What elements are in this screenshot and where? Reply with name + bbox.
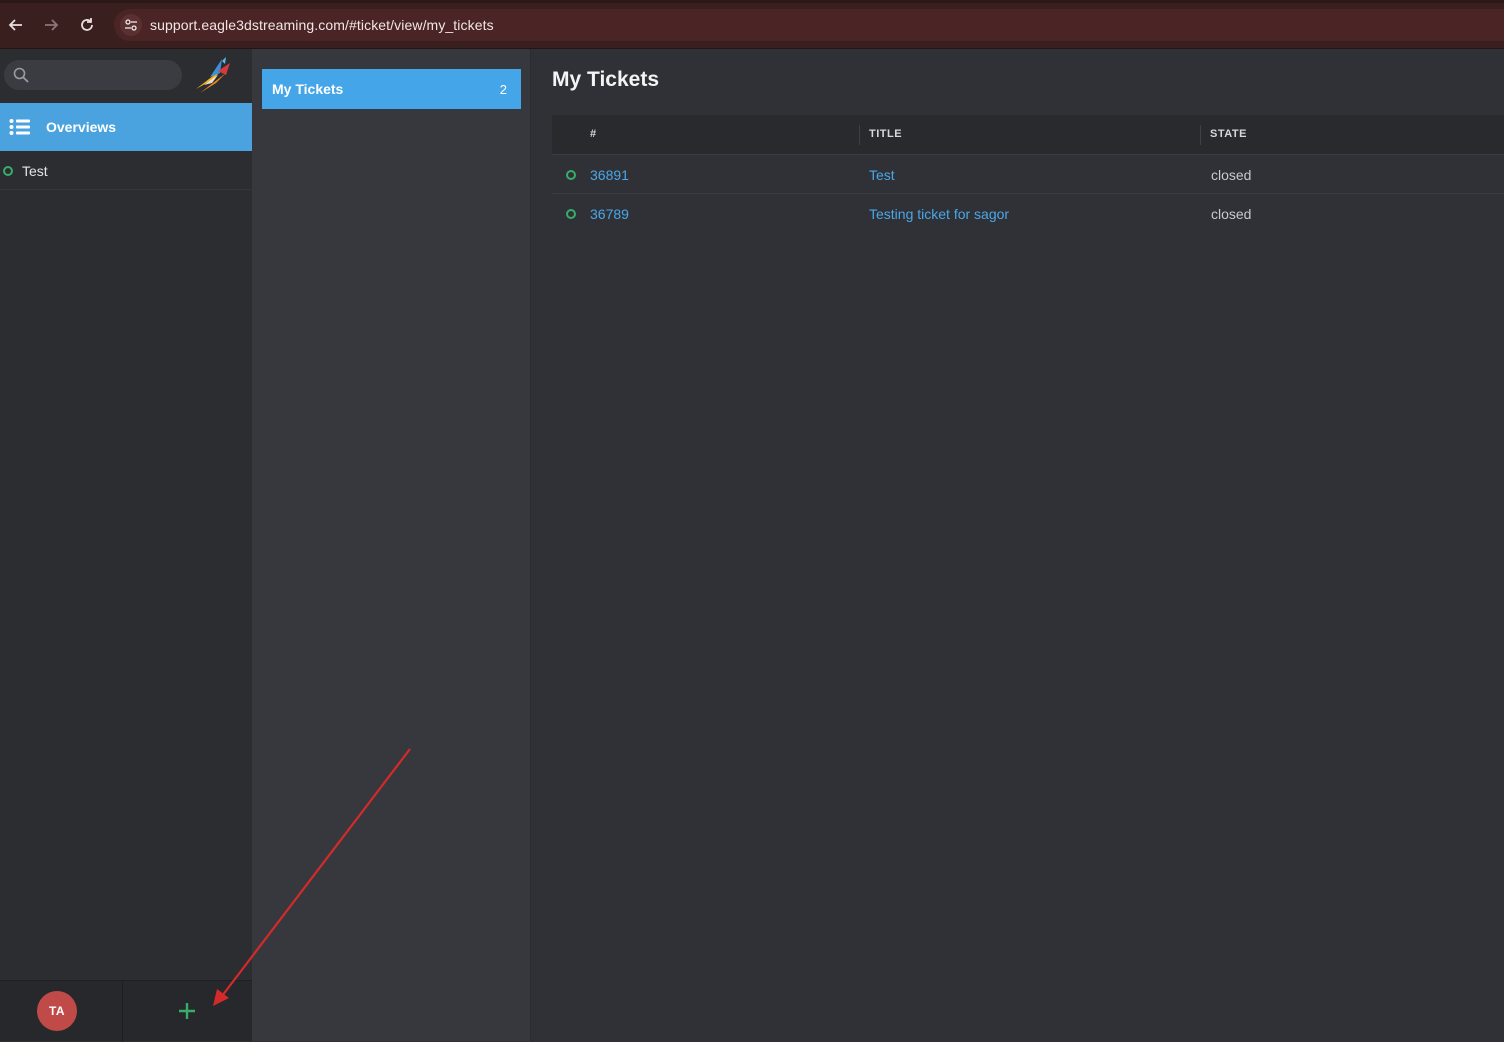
overview-item-label: My Tickets (272, 81, 344, 97)
reload-button[interactable] (74, 12, 100, 38)
browser-toolbar: support.eagle3dstreaming.com/#ticket/vie… (0, 0, 1504, 49)
plus-icon (179, 1003, 195, 1019)
tab-strip (0, 0, 1504, 3)
tickets-table: # TITLE STATE 36891 Test closed 36789 Te… (552, 115, 1504, 233)
search-input[interactable] (36, 64, 176, 86)
app-logo[interactable] (192, 55, 238, 95)
arrow-left-icon (8, 19, 22, 31)
search-box[interactable] (4, 60, 182, 90)
list-icon (9, 119, 30, 135)
overview-item-my-tickets[interactable]: My Tickets 2 (262, 69, 521, 109)
site-info-button[interactable] (120, 14, 142, 36)
column-header-state[interactable]: STATE (1210, 128, 1247, 140)
sidebar-item-label: Test (22, 162, 48, 179)
tune-icon (125, 19, 137, 31)
address-bar[interactable]: support.eagle3dstreaming.com/#ticket/vie… (114, 9, 1504, 41)
sidebar-footer: TA (0, 980, 252, 1042)
footer-divider (122, 981, 123, 1042)
forward-button[interactable] (38, 12, 64, 38)
column-header-title[interactable]: TITLE (869, 128, 902, 140)
page-title: My Tickets (552, 68, 659, 91)
search-icon (13, 67, 29, 83)
back-button[interactable] (3, 12, 29, 38)
reload-icon (81, 18, 93, 31)
left-sidebar: Overviews Test TA (0, 49, 252, 1042)
ticket-number-link[interactable]: 36891 (590, 167, 629, 183)
main-content: My Tickets # TITLE STATE 36891 Test clos… (531, 49, 1504, 1041)
overview-item-count: 2 (499, 81, 507, 97)
ticket-state: closed (1211, 206, 1252, 222)
column-divider (859, 125, 860, 145)
avatar-initials: TA (48, 1004, 66, 1018)
column-header-number[interactable]: # (590, 128, 597, 140)
status-ring-icon (566, 209, 576, 219)
ticket-title-link[interactable]: Testing ticket for sagor (869, 206, 1009, 222)
table-header: # TITLE STATE (552, 115, 1504, 155)
ticket-state: closed (1211, 167, 1252, 183)
table-row[interactable]: 36891 Test closed (552, 155, 1504, 194)
status-ring-icon (566, 170, 576, 180)
status-ring-icon (3, 165, 13, 176)
ticket-number-link[interactable]: 36789 (590, 206, 629, 222)
ticket-title-link[interactable]: Test (869, 167, 895, 183)
sidebar-item-overviews[interactable]: Overviews (0, 103, 252, 151)
overview-list: My Tickets 2 (252, 49, 531, 1041)
url-text[interactable]: support.eagle3dstreaming.com/#ticket/vie… (150, 17, 494, 33)
arrow-right-icon (45, 19, 59, 31)
avatar[interactable]: TA (37, 991, 77, 1031)
sidebar-item-label: Overviews (46, 119, 117, 135)
column-divider (1200, 125, 1201, 145)
table-row[interactable]: 36789 Testing ticket for sagor closed (552, 194, 1504, 233)
new-ticket-button[interactable] (174, 996, 200, 1026)
sidebar-item-test[interactable]: Test (0, 152, 252, 190)
